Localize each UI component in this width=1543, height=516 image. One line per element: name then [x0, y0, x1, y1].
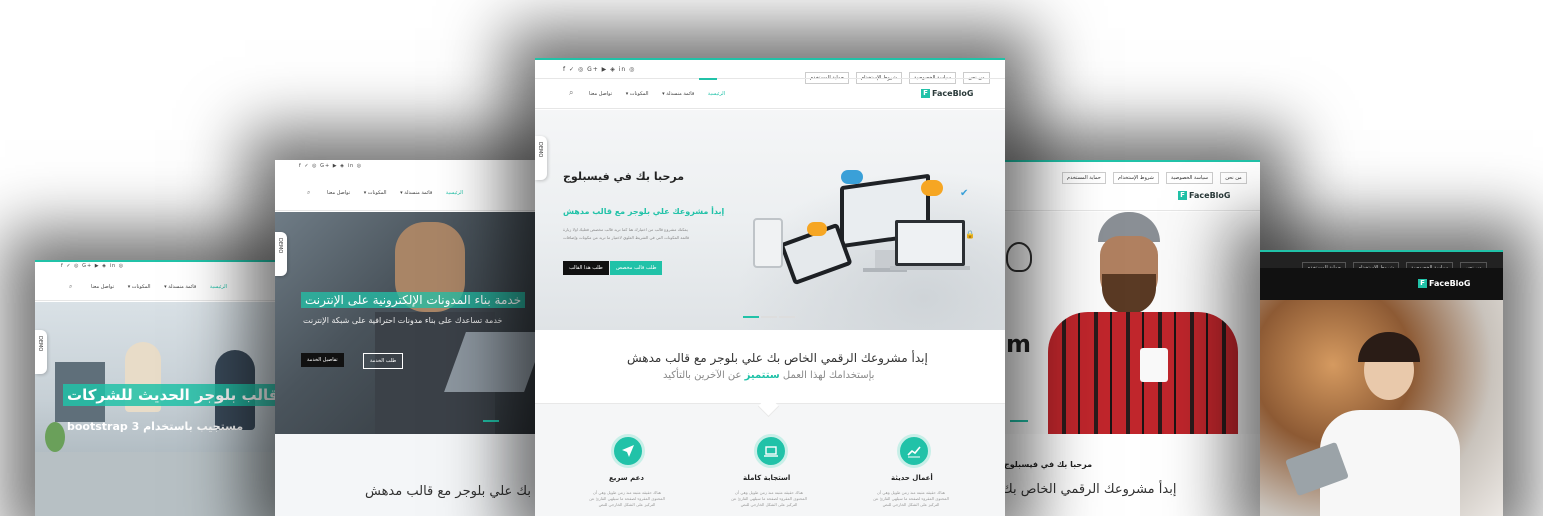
hero-subtitle: خدمة تساعدك على بناء مدونات احترافية على… — [303, 316, 503, 325]
main-nav: الرئيسية قائمة منسدلة ▾ المكونات ▾ تواصل… — [85, 284, 233, 290]
feature-title: استجابة كاملة — [743, 474, 791, 482]
slider-dot[interactable] — [779, 316, 795, 318]
preview-right-near: من نحن سياسة الخصوصية شروط الإستخدام حما… — [1000, 160, 1260, 516]
feature-title: أعمال حديثة — [891, 474, 933, 482]
top-link-terms[interactable]: شروط الإستخدام — [1112, 172, 1159, 184]
hero-subtitle: إبدأ مشروعك علي بلوجر مع قالب مدهش — [563, 207, 725, 216]
nav-multi[interactable]: قائمة منسدلة ▾ — [400, 190, 432, 196]
search-icon[interactable]: ⌕ — [569, 88, 573, 98]
nav-multi[interactable]: قائمة منسدلة ▾ — [164, 284, 196, 290]
laptop — [895, 220, 965, 266]
nav-home[interactable]: الرئيسية — [708, 91, 725, 97]
check-icon: ✔ — [960, 188, 969, 199]
chat-icon — [841, 170, 863, 184]
request-service-button[interactable]: طلب الخدمة — [363, 353, 404, 369]
custom-template-button[interactable]: طلب قالب مخصص — [610, 261, 663, 275]
hero-photo-man-phone — [1028, 212, 1242, 434]
main-nav: الرئيسية قائمة منسدلة ▾ المكونات ▾ تواصل… — [321, 190, 469, 196]
feature-circle-chart — [897, 434, 931, 468]
chart-icon — [907, 446, 921, 458]
nav-contact[interactable]: تواصل معنا — [589, 91, 612, 97]
nav-multi[interactable]: قائمة منسدلة ▾ — [662, 91, 694, 97]
brand-logo[interactable]: F FaceBloG — [1178, 191, 1230, 200]
hero-photo-woman-tablet — [1260, 300, 1503, 516]
feature-circle-responsive — [754, 434, 788, 468]
hero-desc-line2: قائمة المكونات التي في الشريط العلوي لاخ… — [563, 235, 690, 240]
section-subtitle-highlight: ستتميز — [744, 370, 780, 381]
top-link-privacy[interactable]: سياسة الخصوصية — [1165, 172, 1214, 184]
rocket-icon — [622, 445, 634, 457]
feature-desc: هناك حقيقة مثبتة منذ زمن طويل وهي أن الم… — [731, 490, 807, 507]
preview-center: f ✓ ◎ G+ ▶ ◈ in ◎ من نحن سياسة الخصوصية … — [535, 58, 1005, 516]
top-link-about[interactable]: من نحن — [1220, 172, 1247, 184]
nav-home[interactable]: الرئيسية — [446, 190, 463, 196]
nav-components[interactable]: المكونات ▾ — [364, 190, 387, 196]
lock-icon: 🔒 — [965, 230, 975, 239]
main-nav: الرئيسية قائمة منسدلة ▾ المكونات ▾ تواصل… — [583, 91, 731, 97]
section-title: إبدأ مشروعك الرقمي الخاص بك علي بلوجر مع… — [365, 484, 540, 499]
section-title: إبدأ مشروعك الرقمي الخاص بك علي بلوجر مع… — [627, 351, 928, 365]
hero-underline — [483, 420, 499, 422]
order-template-button[interactable]: طلب هذا القالب — [563, 261, 609, 275]
nav-components[interactable]: المكونات ▾ — [128, 284, 151, 290]
cloud-icon — [921, 180, 943, 196]
hero-title: مرحبا بك في فيسبلوج — [563, 170, 685, 183]
laptop-icon — [764, 446, 778, 457]
top-links: من نحن سياسة الخصوصية شروط الإستخدام حما… — [1060, 164, 1247, 184]
top-accent-bar — [35, 260, 275, 262]
slider-dot-active[interactable] — [743, 316, 759, 318]
nav-contact[interactable]: تواصل معنا — [327, 190, 350, 196]
section-title: إبدأ مشروعك الرقمي الخاص بك — [1002, 482, 1177, 497]
hero-desc-line1: يمكنك مشروع قالب من اختيارك هنا كما تريد… — [563, 227, 688, 232]
hero-photo-office — [35, 302, 275, 516]
devices-illustration: ✔ 🔒 — [745, 170, 975, 310]
preview-right-far: من نحن سياسة الخصوصية شروط الإستخدام حما… — [1260, 250, 1503, 516]
logo-icon: F — [1178, 191, 1187, 200]
slider-dot[interactable] — [761, 316, 777, 318]
demo-tab[interactable]: DEMO — [535, 136, 547, 180]
nav-contact[interactable]: تواصل معنا — [91, 284, 114, 290]
logo-icon: F — [1418, 279, 1427, 288]
search-icon[interactable]: ⌕ — [307, 189, 310, 197]
service-details-button[interactable]: تفاصيل الخدمة — [301, 353, 344, 367]
demo-tab[interactable]: DEMO — [275, 232, 287, 276]
hero-underline — [1010, 420, 1028, 422]
hero-subtitle: مستجيب باستخدام bootstrap 3 — [67, 420, 244, 433]
phone — [753, 218, 783, 268]
top-link-protection[interactable]: حماية المستخدم — [1062, 172, 1106, 184]
feature-circle-support — [611, 434, 645, 468]
preview-left-near: f ✓ ◎ G+ ▶ ◈ in ◎ الرئيسية قائمة منسدلة … — [275, 160, 540, 516]
preview-left-far: f ✓ ◎ G+ ▶ ◈ in ◎ الرئيسية قائمة منسدلة … — [35, 260, 275, 516]
social-icons[interactable]: f ✓ ◎ G+ ▶ ◈ in ◎ — [563, 66, 635, 73]
section-bg — [275, 434, 540, 516]
logo-icon: F — [921, 89, 930, 98]
nav-home[interactable]: الرئيسية — [210, 284, 227, 290]
feature-title: دعم سريع — [609, 474, 644, 482]
top-links: من نحن سياسة الخصوصية شروط الإستخدام حما… — [803, 64, 990, 84]
hero-title: قالب بلوجر الحديث للشركات — [63, 384, 275, 406]
social-icons[interactable]: f ✓ ◎ G+ ▶ ◈ in ◎ — [61, 263, 124, 269]
brand-logo[interactable]: F FaceBloG — [1418, 279, 1470, 288]
section-subtitle: بإستخدامك لهذا العمل ستتميز عن الآخرين ب… — [663, 370, 875, 381]
demo-tab[interactable]: DEMO — [35, 330, 47, 374]
feature-desc: هناك حقيقة مثبتة منذ زمن طويل وهي أن الم… — [873, 490, 949, 507]
nav-components[interactable]: المكونات ▾ — [626, 91, 649, 97]
cloud-icon — [807, 222, 827, 236]
brand-logo[interactable]: F FaceBloG — [921, 89, 973, 98]
hero-title: مرحبا بك في فيسبلوج — [1004, 460, 1093, 469]
feature-desc: هناك حقيقة مثبتة منذ زمن طويل وهي أن الم… — [589, 490, 665, 507]
hero-title: خدمة بناء المدونات الإلكترونية على الإنت… — [301, 292, 526, 308]
nav-active-indicator — [699, 78, 717, 80]
search-icon[interactable]: ⌕ — [69, 283, 72, 291]
social-icons[interactable]: f ✓ ◎ G+ ▶ ◈ in ◎ — [299, 163, 362, 169]
